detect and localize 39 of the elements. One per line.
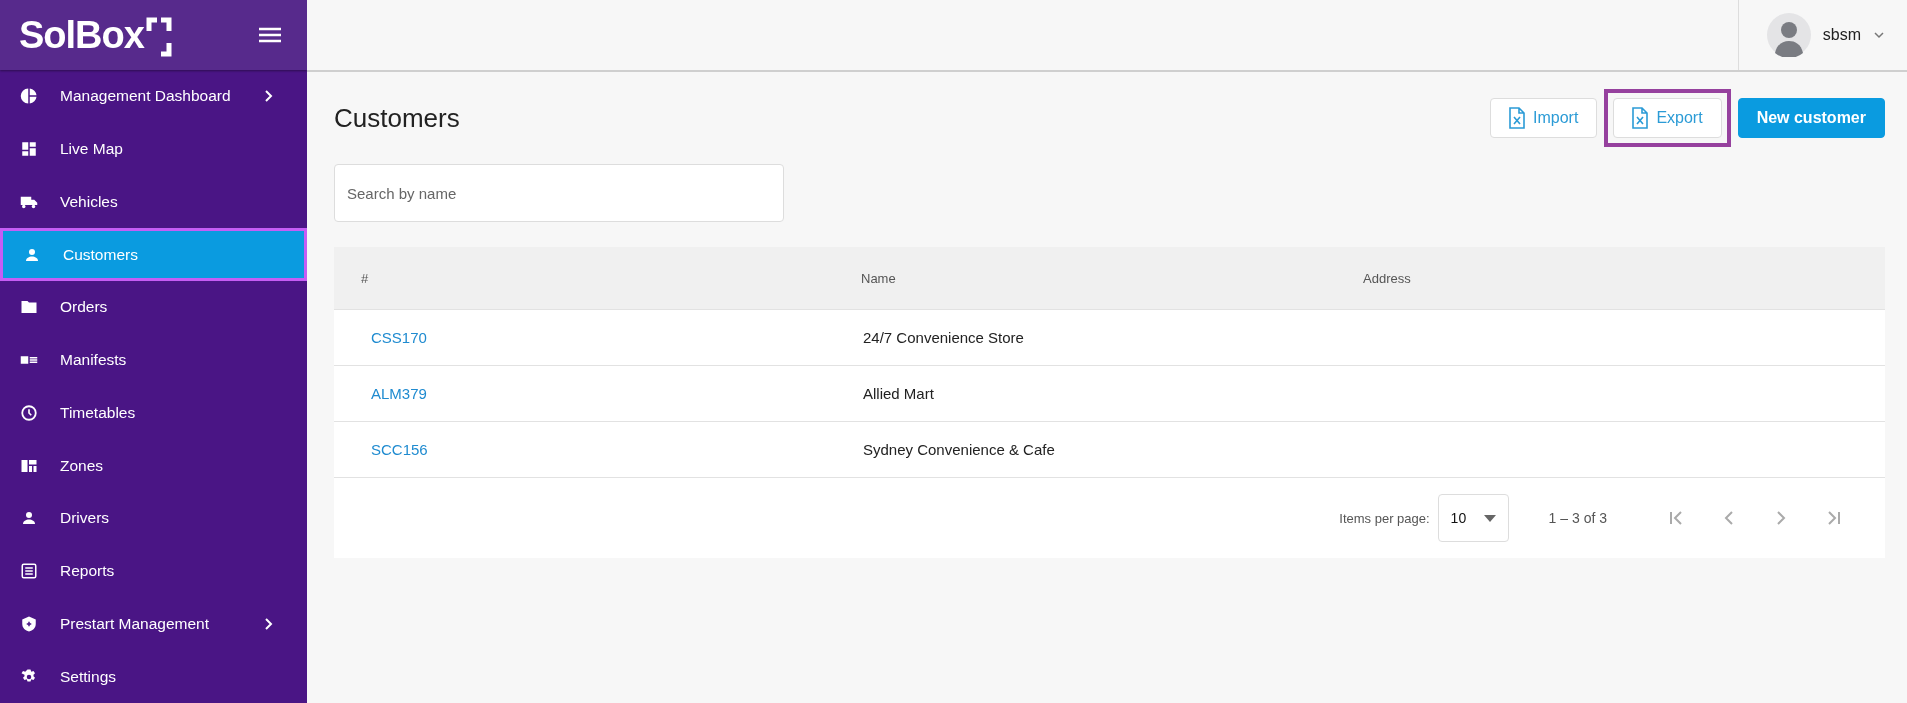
customer-id-link[interactable]: CSS170 (371, 329, 427, 346)
sidebar-item[interactable]: Timetables (0, 386, 307, 440)
column-header: Name (861, 270, 897, 286)
sidebar-item[interactable]: Manifests (0, 333, 307, 387)
bracket-logo-icon (145, 16, 172, 57)
search-field[interactable]: Search by name (334, 164, 784, 222)
customer-id-link[interactable]: SCC156 (371, 441, 428, 458)
caret-icon (1483, 514, 1496, 522)
items-per-page-label: Items per page: (1339, 510, 1430, 526)
page-range: 1 – 3 of 3 (1548, 510, 1607, 526)
user-name[interactable]: sbsm (1822, 26, 1861, 44)
table-cell-text: Sydney Convenience & Cafe (863, 441, 1056, 458)
table-cell-text: Allied Mart (863, 385, 935, 402)
clock-icon (20, 403, 38, 422)
logo: SolBox (19, 13, 172, 57)
column-header: Address (1363, 270, 1412, 286)
shield-icon (20, 614, 38, 633)
sidebar-item[interactable]: Drivers (0, 492, 307, 545)
page-title: Customers (334, 102, 460, 134)
sidebar-item[interactable]: Vehicles (0, 175, 307, 229)
sidebar-item[interactable]: Management Dashboard (0, 70, 307, 123)
sidebar-item[interactable]: Orders (0, 281, 307, 334)
column-header: # (361, 270, 370, 286)
dashboard-icon (20, 140, 38, 159)
customer-id-link[interactable]: ALM379 (371, 385, 427, 402)
sidebar-item[interactable]: Zones (0, 439, 307, 492)
sidebar-item[interactable]: Live Map (0, 122, 307, 176)
excel-file-icon (1509, 107, 1526, 129)
page-size-select[interactable]: 10 (1437, 494, 1509, 542)
list-icon (20, 562, 38, 581)
avatar-icon[interactable] (1766, 13, 1811, 57)
sidebar-item[interactable]: Reports (0, 544, 307, 598)
table-cell-text: 24/7 Convenience Store (863, 329, 1025, 346)
sidebar-item[interactable]: Prestart Management (0, 597, 307, 651)
chevron-down-icon[interactable] (1873, 31, 1885, 39)
pie-chart-icon (20, 87, 38, 106)
excel-file-icon (1632, 107, 1649, 129)
menu-icon[interactable] (259, 27, 281, 44)
sidebar-item[interactable]: Settings (0, 650, 307, 703)
